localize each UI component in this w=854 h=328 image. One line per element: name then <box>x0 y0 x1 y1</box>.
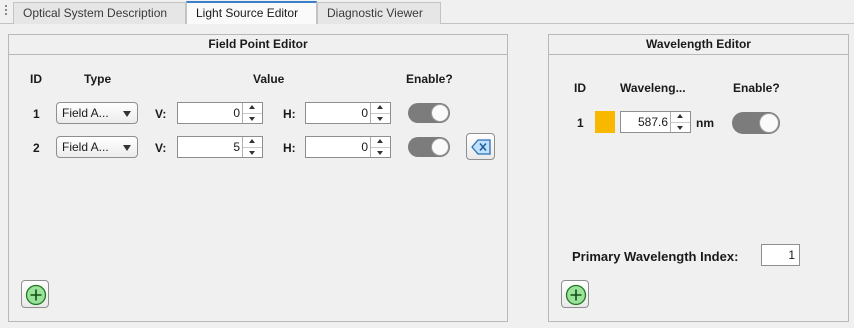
enable-toggle[interactable] <box>408 137 450 157</box>
chevron-down-icon <box>123 145 131 151</box>
field-type-value: Field A... <box>62 106 109 120</box>
v-value: 0 <box>233 106 240 120</box>
field-row-id: 2 <box>33 141 40 155</box>
decrement-icon[interactable] <box>371 113 390 124</box>
wavelength-editor-panel: Wavelength Editor ID Waveleng... Enable?… <box>548 34 849 322</box>
toggle-knob <box>431 104 449 122</box>
v-label: V: <box>155 141 167 155</box>
h-label: H: <box>283 141 296 155</box>
wavelength-color-swatch <box>595 111 615 133</box>
increment-icon[interactable] <box>371 103 390 113</box>
decrement-icon[interactable] <box>243 147 262 158</box>
increment-icon[interactable] <box>671 112 690 122</box>
h-value: 0 <box>361 140 368 154</box>
unit-label: nm <box>696 116 714 130</box>
wavelength-spinner[interactable]: 587.6 <box>620 111 691 133</box>
toggle-knob <box>759 113 779 133</box>
column-header-id: ID <box>30 72 42 86</box>
tab-optical-system-description[interactable]: Optical System Description <box>13 2 186 24</box>
panel-title: Wavelength Editor <box>549 35 848 55</box>
delete-field-button[interactable] <box>466 133 495 160</box>
increment-icon[interactable] <box>243 103 262 113</box>
column-header-enable: Enable? <box>406 72 453 86</box>
enable-toggle[interactable] <box>408 103 450 123</box>
field-type-dropdown[interactable]: Field A... <box>56 102 138 124</box>
primary-wavelength-index-field[interactable]: 1 <box>761 244 800 266</box>
column-header-value: Value <box>253 72 285 86</box>
toggle-knob <box>431 138 449 156</box>
delete-row-icon <box>471 139 491 155</box>
wavelength-value: 587.6 <box>637 115 668 129</box>
v-label: V: <box>155 107 167 121</box>
v-spinner[interactable]: 5 <box>177 136 263 158</box>
column-header-wavelength: Waveleng... <box>620 81 686 95</box>
h-spinner[interactable]: 0 <box>305 136 391 158</box>
increment-icon[interactable] <box>243 137 262 147</box>
tab-bar: Optical System Description Light Source … <box>0 0 854 24</box>
decrement-icon[interactable] <box>671 122 690 133</box>
wavelength-row-id: 1 <box>577 116 584 130</box>
column-header-type: Type <box>84 72 112 86</box>
h-spinner[interactable]: 0 <box>305 102 391 124</box>
decrement-icon[interactable] <box>243 113 262 124</box>
increment-icon[interactable] <box>371 137 390 147</box>
h-label: H: <box>283 107 296 121</box>
h-value: 0 <box>361 106 368 120</box>
tab-diagnostic-viewer[interactable]: Diagnostic Viewer <box>317 2 441 24</box>
field-row-id: 1 <box>33 107 40 121</box>
add-field-button[interactable] <box>21 280 49 308</box>
field-type-value: Field A... <box>62 140 109 154</box>
v-value: 5 <box>233 140 240 154</box>
add-icon <box>565 284 587 306</box>
panel-title: Field Point Editor <box>9 35 507 55</box>
field-point-editor-panel: Field Point Editor ID Type Value Enable?… <box>8 34 508 322</box>
decrement-icon[interactable] <box>371 147 390 158</box>
add-wavelength-button[interactable] <box>561 280 589 308</box>
column-header-id: ID <box>574 81 586 95</box>
chevron-down-icon <box>123 111 131 117</box>
column-header-enable: Enable? <box>733 81 780 95</box>
enable-toggle[interactable] <box>732 112 780 134</box>
add-icon <box>25 284 47 306</box>
tab-light-source-editor[interactable]: Light Source Editor <box>186 1 317 24</box>
grip-icon[interactable] <box>4 5 8 17</box>
primary-wavelength-label: Primary Wavelength Index: <box>572 249 739 264</box>
field-type-dropdown[interactable]: Field A... <box>56 136 138 158</box>
v-spinner[interactable]: 0 <box>177 102 263 124</box>
